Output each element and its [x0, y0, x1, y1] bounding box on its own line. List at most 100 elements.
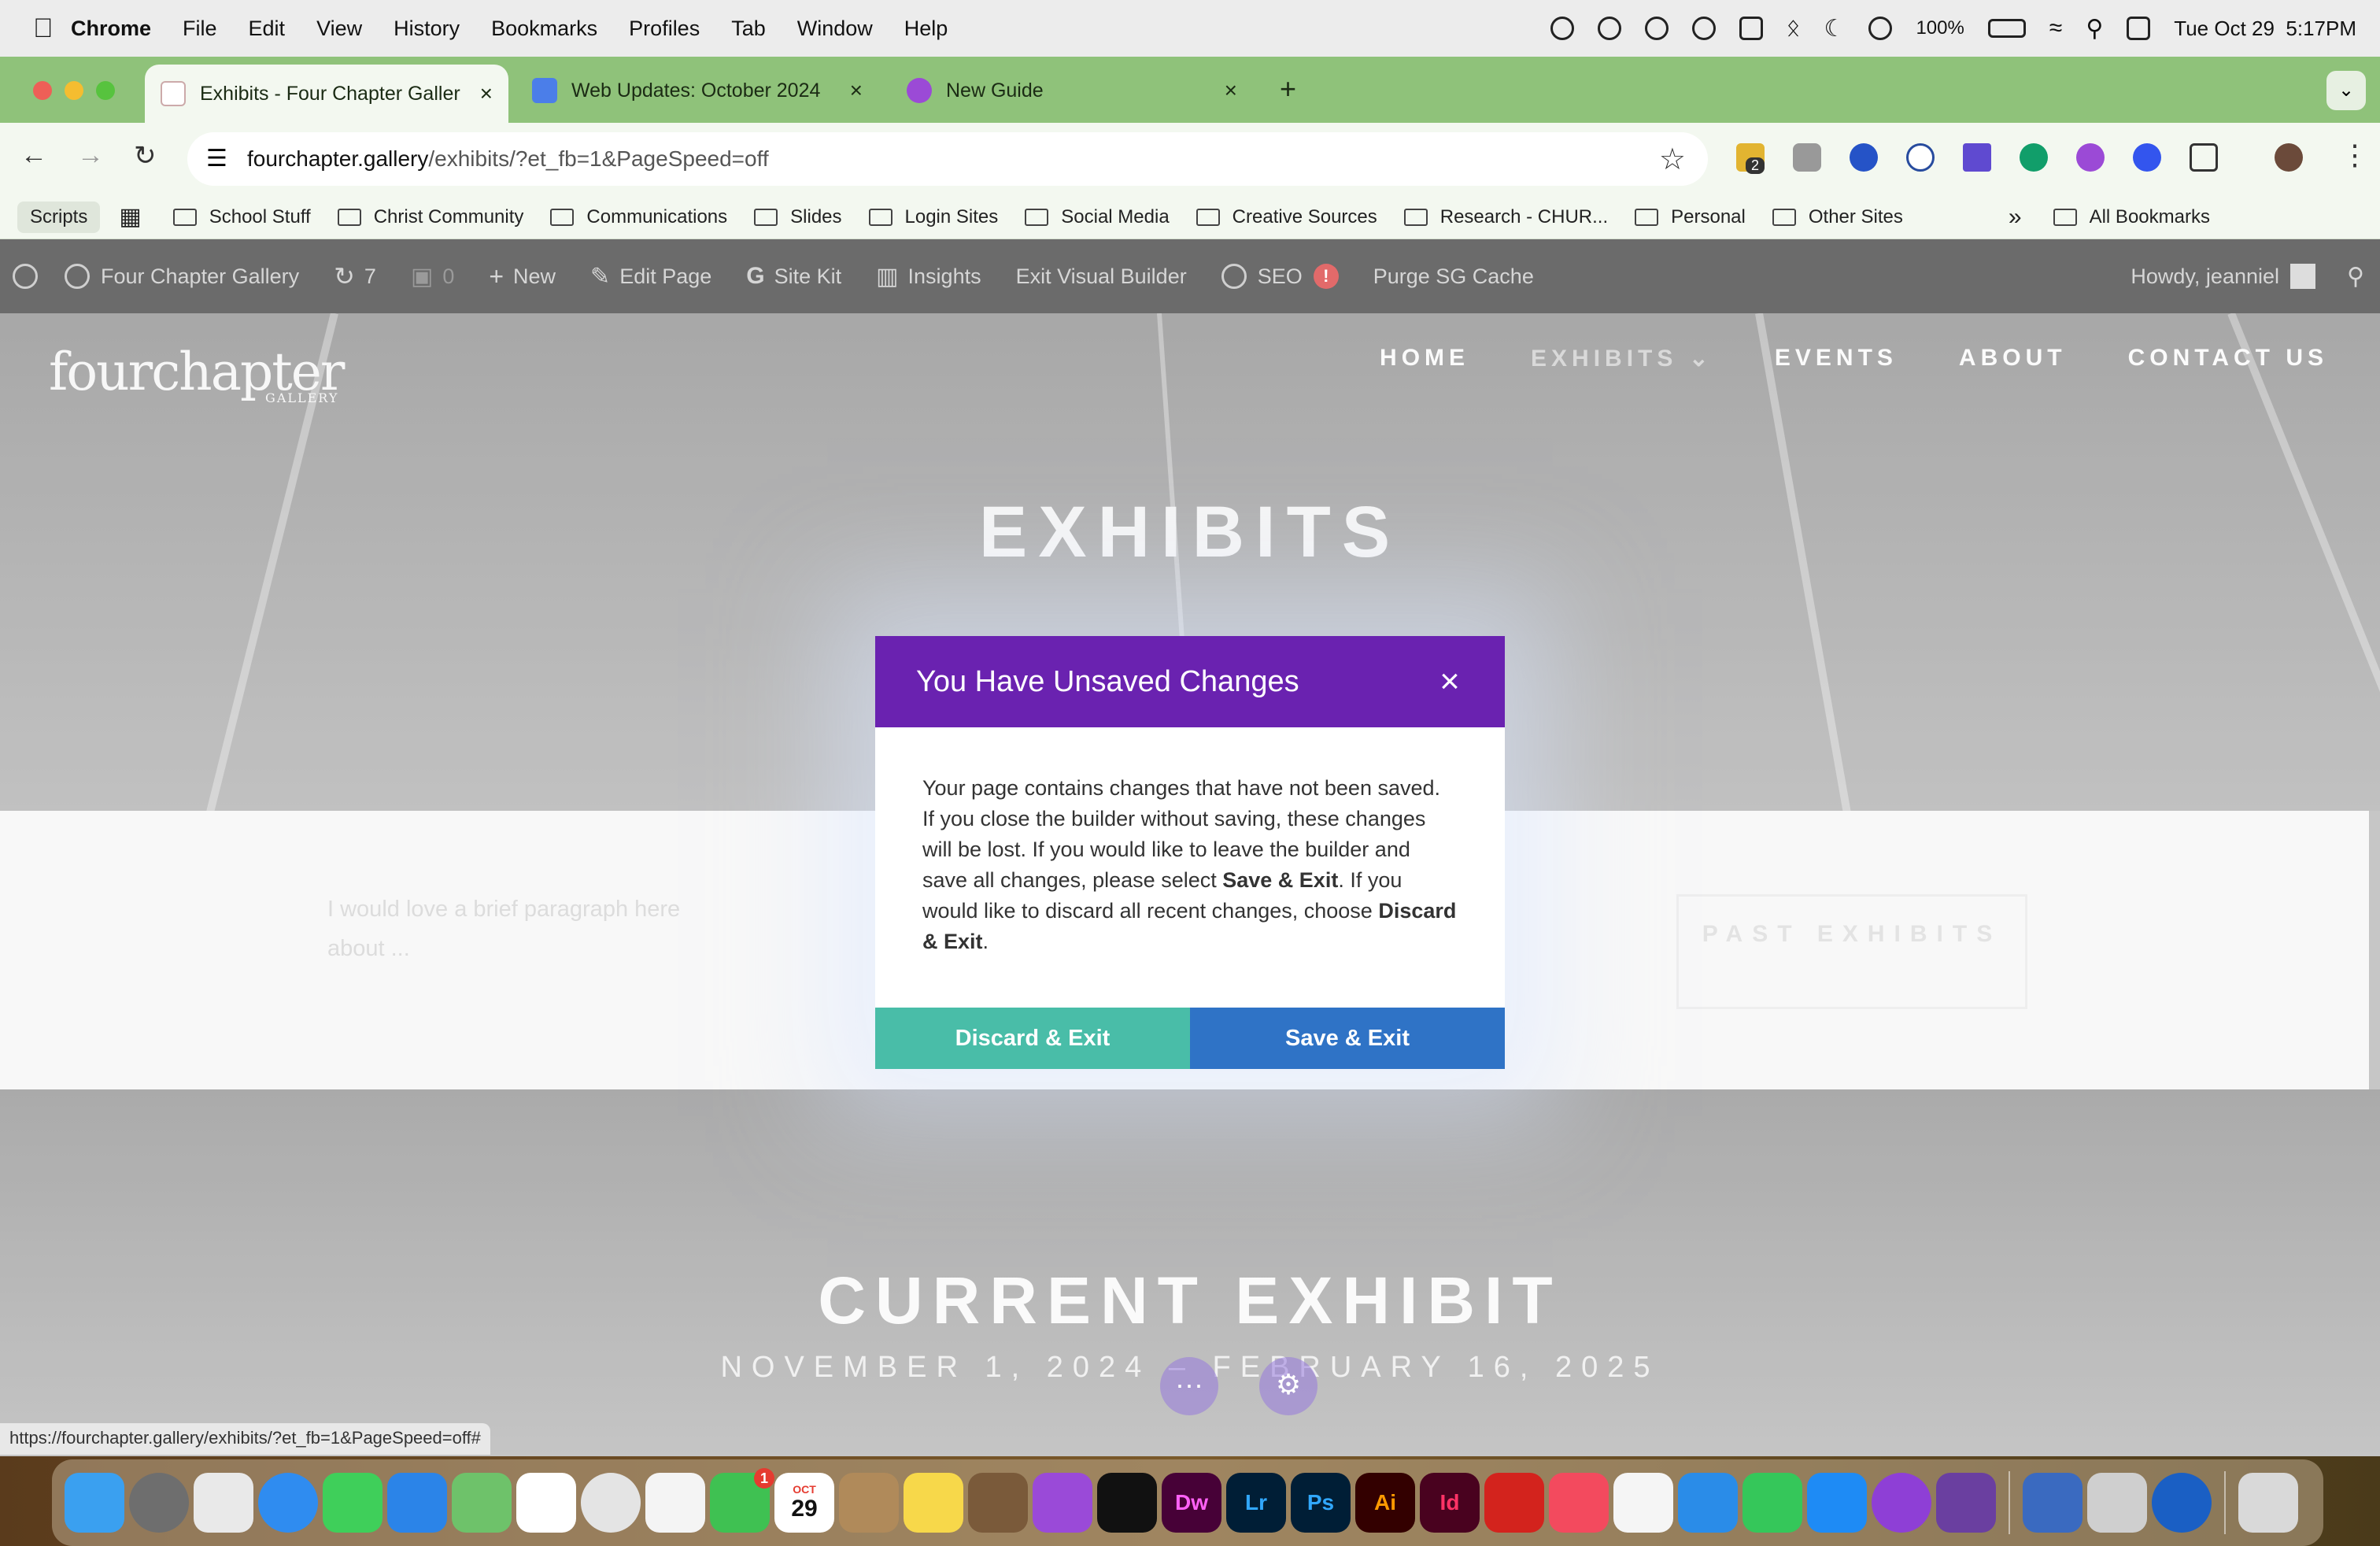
wp-search-icon[interactable]: ⚲: [2347, 263, 2364, 290]
lightroom-icon[interactable]: Lr: [1226, 1473, 1286, 1533]
chrome-menu-icon[interactable]: ⋮: [2341, 139, 2369, 172]
mail-icon[interactable]: [387, 1473, 447, 1533]
menu-file[interactable]: File: [183, 17, 217, 41]
keynote-icon[interactable]: [1678, 1473, 1738, 1533]
printer-icon[interactable]: [2087, 1473, 2147, 1533]
wifi-icon[interactable]: ≈: [2049, 15, 2062, 42]
save-and-exit-button[interactable]: Save & Exit: [1190, 1008, 1505, 1069]
onepassword-icon[interactable]: [2152, 1473, 2212, 1533]
zoom-extension-icon[interactable]: [2133, 143, 2161, 172]
apple-tv-icon[interactable]: [1097, 1473, 1157, 1533]
tab-exhibits[interactable]: Exhibits - Four Chapter Galler ×: [145, 65, 508, 123]
time-machine-icon[interactable]: [1691, 17, 1716, 40]
apps-grid-icon[interactable]: ▦: [119, 203, 141, 231]
wp-insights[interactable]: ▥ Insights: [876, 263, 981, 290]
bookmark-star-icon[interactable]: ☆: [1659, 142, 1686, 177]
notes-icon[interactable]: [904, 1473, 963, 1533]
wp-site-name[interactable]: Four Chapter Gallery: [65, 264, 299, 289]
menu-history[interactable]: History: [394, 17, 460, 41]
indesign-icon[interactable]: Id: [1420, 1473, 1480, 1533]
bookmark-folder[interactable]: Slides: [754, 206, 842, 228]
reminders-icon[interactable]: [516, 1473, 576, 1533]
maps-icon[interactable]: [452, 1473, 512, 1533]
window-minimize-icon[interactable]: [65, 81, 83, 100]
wp-exit-visual-builder[interactable]: Exit Visual Builder: [1016, 264, 1187, 289]
menu-profiles[interactable]: Profiles: [629, 17, 700, 41]
tab-new-guide[interactable]: New Guide ×: [891, 65, 1253, 117]
guide-extension-icon[interactable]: [2076, 143, 2105, 172]
window-zoom-icon[interactable]: [96, 81, 115, 100]
bookmark-scripts[interactable]: Scripts: [17, 201, 101, 233]
trash-icon[interactable]: [2238, 1473, 2298, 1533]
bluetooth-icon[interactable]: ᛟ: [1787, 15, 1801, 42]
grammarly-extension-icon[interactable]: [2020, 143, 2048, 172]
wp-new[interactable]: + New: [489, 262, 556, 291]
dreamweaver-icon[interactable]: Dw: [1162, 1473, 1221, 1533]
illustrator-icon[interactable]: Ai: [1355, 1473, 1415, 1533]
menu-window[interactable]: Window: [797, 17, 873, 41]
numbers-icon[interactable]: [1743, 1473, 1802, 1533]
modal-close-icon[interactable]: ×: [1428, 660, 1472, 704]
onepassword-extension-icon[interactable]: [1906, 143, 1935, 172]
contacts-icon[interactable]: [839, 1473, 899, 1533]
safari-icon[interactable]: [258, 1473, 318, 1533]
business-app-icon[interactable]: [1936, 1473, 1996, 1533]
grammarly-icon[interactable]: [1644, 17, 1669, 40]
tab-close-icon[interactable]: ×: [1225, 78, 1237, 103]
onepassword-status-icon[interactable]: [1597, 17, 1621, 40]
vimeo-extension-icon[interactable]: [1963, 143, 1991, 172]
menu-app-name[interactable]: Chrome: [71, 17, 151, 41]
window-close-icon[interactable]: [33, 81, 52, 100]
menu-bookmarks[interactable]: Bookmarks: [491, 17, 597, 41]
calendar-icon[interactable]: OCT 29: [774, 1473, 834, 1533]
screenshot-camera-icon[interactable]: [1793, 143, 1821, 172]
bookmark-folder[interactable]: Communications: [550, 206, 727, 228]
chrome-icon[interactable]: [581, 1473, 641, 1533]
iq-extension-icon[interactable]: [1850, 143, 1878, 172]
bookmark-folder[interactable]: Research - CHUR...: [1403, 206, 1608, 228]
wp-seo[interactable]: SEO!: [1221, 264, 1339, 289]
extensions-puzzle-icon[interactable]: [2190, 143, 2218, 172]
new-tab-button[interactable]: +: [1280, 72, 1296, 105]
builder-more-button[interactable]: ···: [1160, 1357, 1218, 1415]
launchpad-icon[interactable]: [194, 1473, 253, 1533]
photos-icon[interactable]: [645, 1473, 705, 1533]
wp-howdy-user[interactable]: Howdy, jeanniel: [2131, 264, 2316, 289]
sidecar-icon[interactable]: [1739, 17, 1763, 40]
bookmark-folder[interactable]: Login Sites: [868, 206, 998, 228]
menu-edit[interactable]: Edit: [249, 17, 286, 41]
podcasts-icon[interactable]: [1033, 1473, 1092, 1533]
bookmark-folder[interactable]: School Stuff: [172, 206, 311, 228]
control-center-icon[interactable]: [2127, 17, 2151, 40]
bookmark-folder[interactable]: Personal: [1635, 206, 1746, 228]
facetime-icon[interactable]: 1: [710, 1468, 774, 1533]
tab-close-icon[interactable]: ×: [480, 81, 493, 106]
all-bookmarks-folder[interactable]: All Bookmarks: [2053, 206, 2210, 228]
bookmarks-overflow-button[interactable]: »: [2009, 204, 2022, 231]
scrivener-pen-icon[interactable]: [968, 1473, 1028, 1533]
preview-window-icon[interactable]: [2023, 1473, 2082, 1533]
music-icon[interactable]: [1549, 1473, 1609, 1533]
bookmark-folder[interactable]: Christ Community: [337, 206, 523, 228]
spotlight-search-icon[interactable]: ⚲: [2086, 15, 2103, 43]
reload-icon[interactable]: ↻: [134, 140, 157, 172]
menu-help[interactable]: Help: [904, 17, 948, 41]
forward-arrow-icon[interactable]: →: [77, 140, 104, 171]
back-arrow-icon[interactable]: ←: [20, 140, 47, 171]
messages-icon[interactable]: [323, 1473, 382, 1533]
profile-avatar[interactable]: [2275, 143, 2303, 172]
creative-cloud-icon[interactable]: [1550, 17, 1574, 40]
acrobat-icon[interactable]: [1484, 1473, 1544, 1533]
app-store-icon[interactable]: [1807, 1473, 1867, 1533]
battery-icon[interactable]: [1987, 19, 2026, 38]
menu-view[interactable]: View: [316, 17, 362, 41]
finder-icon[interactable]: [65, 1473, 124, 1533]
wp-site-kit[interactable]: G Site Kit: [746, 263, 841, 290]
wp-updates[interactable]: ↻ 7: [334, 261, 376, 291]
wp-edit-page[interactable]: ✎ Edit Page: [590, 263, 711, 290]
airdrop-icon[interactable]: [1868, 17, 1893, 40]
guide-app-icon[interactable]: [1872, 1473, 1931, 1533]
wp-comments[interactable]: ▣ 0: [411, 263, 454, 290]
system-settings-icon[interactable]: [129, 1473, 189, 1533]
discard-and-exit-button[interactable]: Discard & Exit: [875, 1008, 1190, 1069]
